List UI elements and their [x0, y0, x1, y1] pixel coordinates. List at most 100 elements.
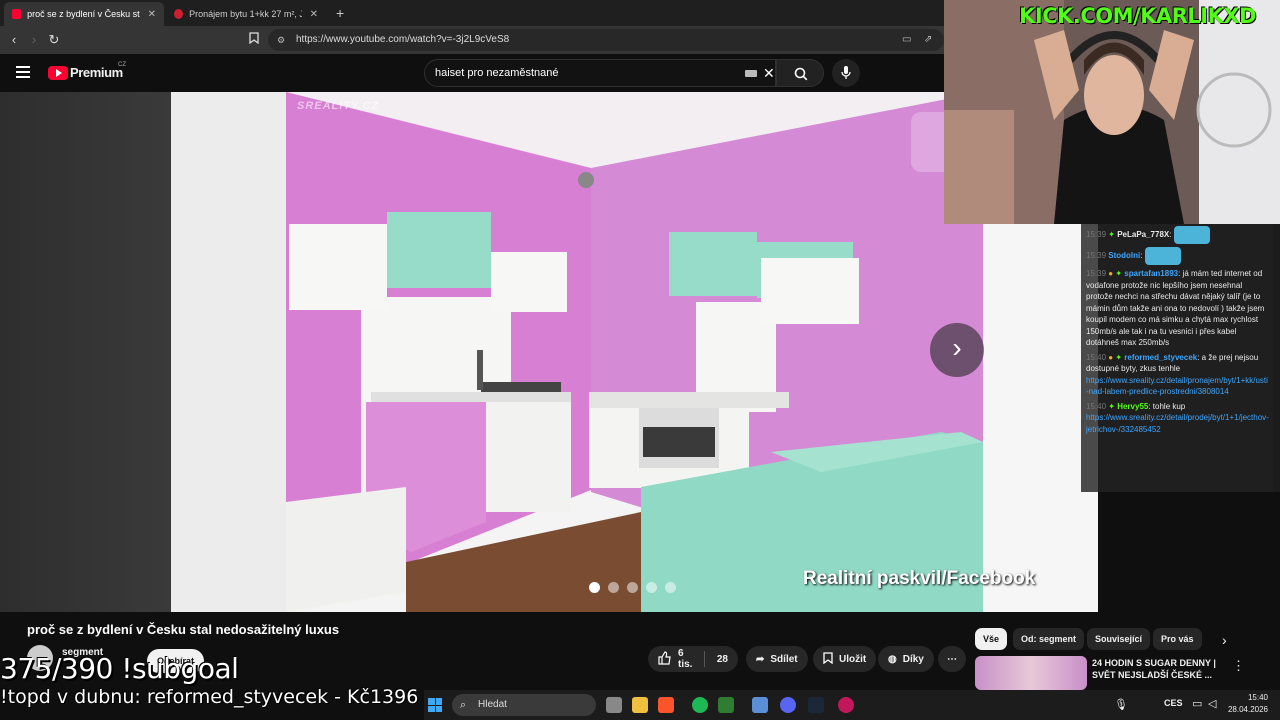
badge-icon: ● [1108, 352, 1114, 362]
streamer-webcam: KICK.COM/KARLIKXD [944, 0, 1280, 224]
windows-taskbar: ⌕ Hledat 🎙 CES ▭ ◁ 15:40 28.04.2026 [424, 690, 1280, 720]
chat-username[interactable]: Hervy55 [1117, 402, 1148, 411]
chat-username[interactable]: reformed_styvecek [1124, 353, 1197, 362]
photo-caption: Realitní paskvil/Facebook [803, 568, 1036, 589]
emote-icon [1144, 247, 1181, 265]
taskbar-search[interactable]: ⌕ Hledat [452, 694, 596, 716]
youtube-favicon-icon [12, 9, 22, 19]
windows-start-icon[interactable] [428, 698, 442, 712]
save-label: Uložit [839, 653, 867, 665]
slide-dot[interactable] [627, 582, 638, 593]
youtube-logo-icon[interactable] [48, 66, 68, 80]
address-bar[interactable]: ⚙ https://www.youtube.com/watch?v=-3j2L9… [268, 29, 944, 51]
clock-date: 28.04.2026 [1227, 705, 1268, 714]
taskbar-search-label: Hledat [478, 699, 507, 710]
file-explorer-icon[interactable] [632, 697, 648, 713]
menu-icon[interactable] [16, 66, 30, 78]
badge-icon: ✦ [1115, 352, 1123, 362]
share-icon: ➦ [756, 653, 765, 665]
close-tab-icon[interactable]: ✕ [148, 9, 156, 20]
badge-icon: ● [1108, 269, 1114, 278]
browser-tab-youtube[interactable]: proč se z bydlení v Česku stal ne ✕ [4, 2, 164, 26]
comment-count[interactable]: 28 [717, 654, 728, 665]
chat-message: 15:39 ● ✦ spartafan1893: já mám ted inte… [1086, 268, 1269, 349]
chat-username[interactable]: spartafan1893 [1124, 269, 1178, 278]
steam-icon[interactable] [808, 697, 824, 713]
save-icon [823, 651, 833, 667]
voice-search-button[interactable] [832, 59, 860, 87]
premium-logo-text[interactable]: Premium [70, 65, 123, 80]
chat-message: 15:39 ✦ PeLaPa_778X: [1086, 226, 1269, 244]
save-button[interactable]: Uložit [813, 646, 877, 672]
chat-link[interactable]: https://www.sreality.cz/detail/prodej/by… [1086, 413, 1269, 434]
browser-toolbar: ‹ › ↻ ⚙ https://www.youtube.com/watch?v=… [0, 26, 944, 54]
brave-browser-icon[interactable] [658, 697, 674, 713]
chat-scrollbar[interactable] [1273, 224, 1280, 492]
chat-username[interactable]: Stodolni [1108, 251, 1140, 260]
thanks-label: Díky [902, 653, 924, 665]
chat-text: : [1169, 230, 1172, 240]
microphone-icon [841, 66, 851, 79]
youtube-header: Premium CZ haiset pro nezaměstnané ✕ [0, 54, 944, 92]
volume-icon[interactable]: ◁ [1208, 697, 1216, 710]
tab-title: Pronájem bytu 1+kk 27 m², Jiráskova [189, 9, 302, 19]
share-page-icon[interactable]: ⇗ [924, 29, 932, 51]
task-view-icon[interactable] [606, 697, 622, 713]
tab-title: proč se z bydlení v Česku stal ne [27, 9, 140, 19]
discord-icon[interactable] [780, 697, 796, 713]
app-icon[interactable] [752, 697, 768, 713]
search-button[interactable] [776, 59, 824, 87]
chevron-right-icon: › [952, 332, 962, 363]
slide-dot-active[interactable] [589, 582, 600, 593]
chat-time: 15:40 [1086, 352, 1107, 362]
more-actions-button[interactable]: ⋯ [938, 646, 966, 672]
subgoal-overlay: 375/390 !subgoal [0, 652, 239, 685]
sreality-watermark: SREALITY.CZ [297, 100, 380, 112]
chip-from-channel[interactable]: Od: segment [1013, 628, 1085, 650]
thanks-button[interactable]: ◍ Díky [878, 646, 934, 672]
slide-dot[interactable] [608, 582, 619, 593]
like-dislike-group: 6 tis. 28 [648, 646, 738, 672]
back-icon[interactable]: ‹ [6, 32, 22, 48]
language-indicator[interactable]: CES [1164, 698, 1183, 708]
search-icon: ⌕ [460, 699, 467, 711]
close-tab-icon[interactable]: ✕ [310, 9, 318, 20]
forward-icon[interactable]: › [26, 32, 42, 48]
keyboard-icon[interactable] [745, 70, 757, 77]
chip-related[interactable]: Související [1087, 628, 1151, 650]
next-slide-button[interactable]: › [930, 323, 984, 377]
browser-tab-sreality[interactable]: Pronájem bytu 1+kk 27 m², Jiráskova ✕ [166, 2, 326, 26]
slide-dot[interactable] [665, 582, 676, 593]
like-count[interactable]: 6 tis. [678, 648, 692, 670]
share-button[interactable]: ➦ Sdílet [746, 646, 808, 672]
stream-chat: 15:39 ✦ PeLaPa_778X: 15:39 Stodolni: 15:… [1081, 224, 1273, 492]
new-tab-icon[interactable]: + [336, 5, 344, 21]
site-info-icon[interactable]: ⚙ [277, 29, 285, 51]
chat-message: 15:40 ✦ Hervy55: tohle kup https://www.s… [1086, 401, 1269, 436]
bookmark-icon[interactable] [246, 32, 262, 48]
system-clock[interactable]: 15:40 28.04.2026 [1228, 692, 1268, 716]
chat-username[interactable]: PeLaPa_778X [1117, 230, 1169, 239]
cast-icon[interactable]: ▭ [902, 29, 911, 51]
chip-all[interactable]: Vše [975, 628, 1008, 650]
microphone-tray-icon[interactable]: 🎙 [1114, 698, 1128, 711]
network-icon[interactable]: ▭ [1192, 697, 1202, 710]
related-title[interactable]: 24 HODIN S SUGAR DENNY | SVĚT NEJSLADŠÍ … [1092, 657, 1222, 681]
related-more-icon[interactable]: ⋮ [1232, 658, 1245, 674]
url-text: https://www.youtube.com/watch?v=-3j2L9cV… [296, 34, 510, 45]
like-icon[interactable] [658, 650, 672, 668]
clear-search-icon[interactable]: ✕ [763, 60, 775, 86]
related-thumbnail[interactable] [975, 656, 1087, 690]
spotify-icon[interactable] [692, 697, 708, 713]
chips-next-icon[interactable]: › [1222, 632, 1227, 648]
app-icon[interactable] [718, 697, 734, 713]
chat-time: 15:39 [1086, 269, 1107, 278]
slide-dot[interactable] [646, 582, 657, 593]
reload-icon[interactable]: ↻ [46, 32, 62, 48]
kick-handle-overlay: KICK.COM/KARLIKXD [1019, 4, 1256, 28]
search-input[interactable]: haiset pro nezaměstnané ✕ [424, 59, 776, 87]
video-player[interactable]: SREALITY.CZ › Realitní paskvil/Facebook [0, 92, 1098, 612]
obs-icon[interactable] [838, 697, 854, 713]
chip-for-you[interactable]: Pro vás [1153, 628, 1202, 650]
chat-link[interactable]: https://www.sreality.cz/detail/pronajem/… [1086, 376, 1268, 397]
